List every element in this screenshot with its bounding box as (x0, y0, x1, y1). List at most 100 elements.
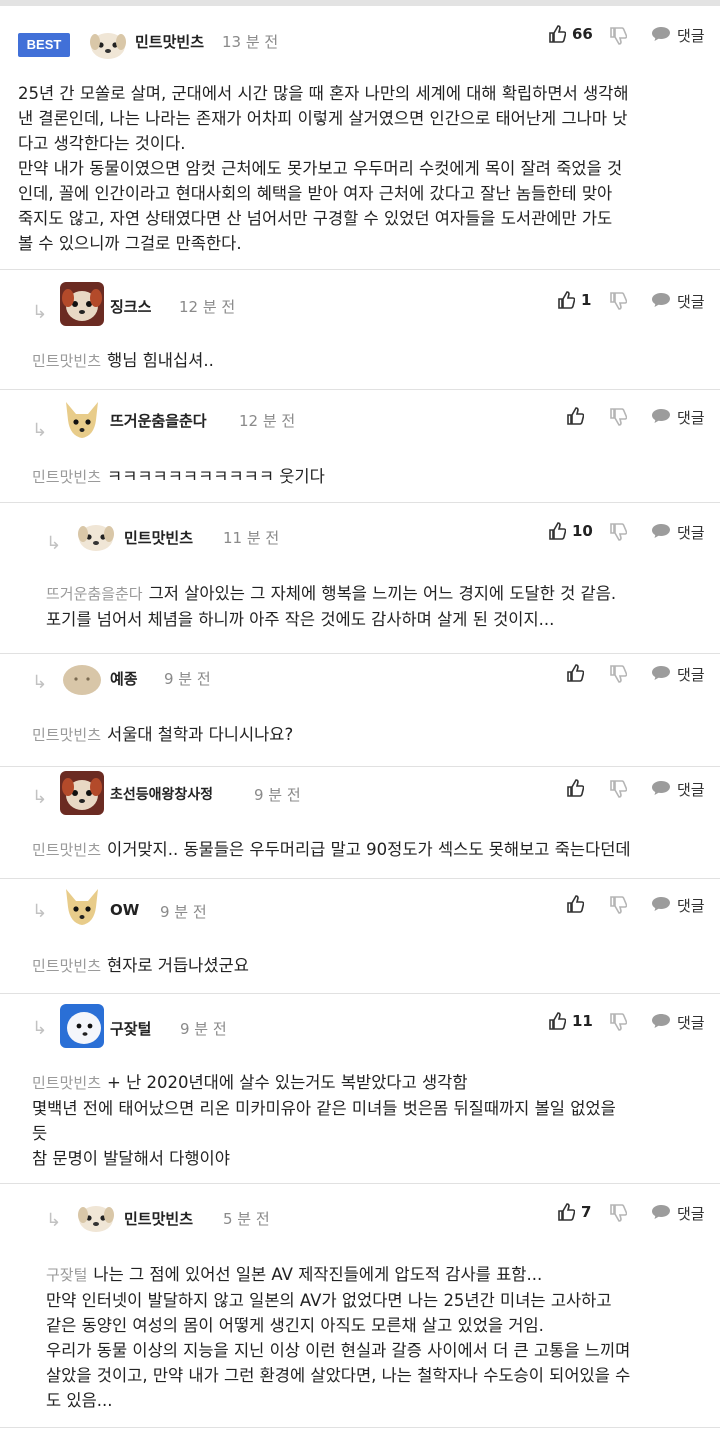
author-nickname[interactable]: 초선등애왕창사정 (110, 784, 213, 804)
avatar[interactable] (60, 1004, 104, 1048)
speech-bubble-icon (652, 1014, 670, 1028)
speech-bubble-icon (652, 666, 670, 680)
thumbs-down-icon[interactable] (609, 664, 627, 684)
reply-comment: ↳ 초선등애왕창사정 9 분 전 댓글 민트맛빈츠 이거맞지.. 동물들은 우두머… (0, 767, 720, 879)
mention-tag[interactable]: 민트맛빈츠 (32, 1074, 101, 1092)
thumbs-down-icon[interactable] (609, 26, 627, 46)
comment-time: 11 분 전 (223, 529, 280, 547)
best-badge: BEST (18, 33, 70, 57)
mention-tag[interactable]: 구잦털 (46, 1266, 87, 1284)
comment-line: 죽지도 않고, 자연 상태였다면 산 넘어서만 구경할 수 있었던 여자들을 도… (18, 209, 613, 228)
speech-bubble-icon (652, 781, 670, 795)
comment-time: 9 분 전 (180, 1020, 227, 1038)
like-count: 7 (581, 1203, 592, 1221)
thumbs-down-icon[interactable] (609, 1203, 627, 1223)
mention-tag[interactable]: 민트맛빈츠 (32, 468, 101, 486)
comment-time: 5 분 전 (223, 1210, 270, 1228)
speech-bubble-icon (652, 293, 670, 307)
avatar[interactable] (60, 658, 104, 702)
mention-tag[interactable]: 민트맛빈츠 (32, 841, 101, 859)
comment-line: 포기를 넘어서 체념을 하니까 아주 작은 것에도 감사하며 살게 된 것이지.… (46, 610, 555, 629)
comment-line: + 난 2020년대에 살수 있는거도 복받았다고 생각함 (107, 1073, 468, 1092)
comment-line: 볼 수 있으니까 그걸로 만족한다. (18, 234, 242, 253)
like-count: 10 (572, 522, 593, 540)
nested-reply-comment: ↳ 민트맛빈츠 11 분 전 10 댓글 뜨거운춤을춘다 그저 살아있는 그 자체… (0, 503, 720, 654)
reply-comment: ↳ 징크스 12 분 전 1 댓글 민트맛빈츠 행님 힘내십셔.. (0, 270, 720, 390)
author-nickname[interactable]: 예종 (110, 668, 138, 689)
comment-line: 행님 힘내십셔.. (107, 351, 214, 370)
reply-arrow-icon: ↳ (46, 533, 62, 554)
mention-tag[interactable]: 민트맛빈츠 (32, 957, 101, 975)
comment-line: 서울대 철학과 다니시나요? (107, 725, 294, 744)
comment-line: 나는 그 점에 있어선 일본 AV 제작진들에게 압도적 감사를 표함... (93, 1265, 543, 1284)
comment-line: 참 문명이 발달해서 다행이야 (32, 1149, 230, 1168)
avatar[interactable] (60, 885, 104, 929)
thumbs-up-icon (549, 25, 566, 43)
speech-bubble-icon (652, 1205, 670, 1219)
mention-tag[interactable]: 뜨거운춤을춘다 (46, 585, 143, 603)
reply-label: 댓글 (677, 781, 705, 799)
comment-body: 민트맛빈츠 현자로 거듭나셨군요 (32, 953, 702, 979)
thumbs-down-icon[interactable] (609, 1012, 627, 1032)
reply-comment: ↳ 구잦털 9 분 전 11 댓글 민트맛빈츠 + 난 2020년대에 살수 있는… (0, 994, 720, 1184)
comment-body: 민트맛빈츠 ㅋㅋㅋㅋㅋㅋㅋㅋㅋㅋㅋ 웃기다 (32, 464, 702, 490)
speech-bubble-icon (652, 897, 670, 911)
speech-bubble-icon (652, 409, 670, 423)
reply-comment: ↳ OW 9 분 전 댓글 민트맛빈츠 현자로 거듭나셨군요 (0, 879, 720, 994)
comment-line: 우리가 동물 이상의 지능을 지닌 이상 이런 현실과 갈증 사이에서 더 큰 … (46, 1341, 631, 1360)
comment-line: 이거맞지.. 동물들은 우두머리급 말고 90정도가 섹스도 못해보고 죽는다던… (107, 840, 631, 859)
thumbs-down-icon[interactable] (609, 291, 627, 311)
best-comment: BEST 민트맛빈츠 13 분 전 66 댓글 25년 간 모쏠로 살며, 군대… (0, 6, 720, 270)
reply-comment: ↳ 예종 9 분 전 댓글 민트맛빈츠 서울대 철학과 다니시나요? (0, 654, 720, 767)
thumbs-up-icon (567, 407, 584, 425)
author-nickname[interactable]: 구잦털 (110, 1018, 151, 1039)
speech-bubble-icon (652, 524, 670, 538)
author-nickname[interactable]: 민트맛빈츠 (124, 527, 193, 548)
reply-label: 댓글 (677, 1205, 705, 1223)
comment-time: 9 분 전 (160, 903, 207, 921)
author-nickname[interactable]: 민트맛빈츠 (124, 1208, 193, 1229)
comment-time: 12 분 전 (179, 298, 236, 316)
comment-line: 그저 살아있는 그 자체에 행복을 느끼는 어느 경지에 도달한 것 같음. (148, 584, 617, 603)
avatar[interactable] (60, 282, 104, 326)
avatar[interactable] (86, 23, 130, 67)
comment-time: 9 분 전 (164, 670, 211, 688)
avatar[interactable] (60, 771, 104, 815)
comment-time: 12 분 전 (239, 412, 296, 430)
thumbs-down-icon[interactable] (609, 407, 627, 427)
reply-arrow-icon: ↳ (32, 1018, 48, 1039)
thumbs-down-icon[interactable] (609, 522, 627, 542)
avatar[interactable] (74, 515, 118, 559)
speech-bubble-icon (652, 27, 670, 41)
author-nickname[interactable]: OW (110, 901, 139, 919)
reply-label: 댓글 (677, 409, 705, 427)
author-nickname[interactable]: 징크스 (110, 296, 151, 317)
comment-body: 민트맛빈츠 서울대 철학과 다니시나요? (32, 722, 702, 748)
comment-body: 25년 간 모쏠로 살며, 군대에서 시간 많을 때 혼자 나만의 세계에 대해… (18, 81, 708, 256)
mention-tag[interactable]: 민트맛빈츠 (32, 352, 101, 370)
author-nickname[interactable]: 뜨거운춤을춘다 (110, 410, 207, 431)
comment-line: 인데, 꼴에 인간이라고 현대사회의 혜택을 받아 여자 근처에 갔다고 잘난 … (18, 184, 613, 203)
avatar[interactable] (74, 1196, 118, 1240)
reply-comment: ↳ 뜨거운춤을춘다 12 분 전 댓글 민트맛빈츠 ㅋㅋㅋㅋㅋㅋㅋㅋㅋㅋㅋ 웃기다 (0, 390, 720, 503)
comment-line: 만약 내가 동물이였으면 암컷 근처에도 못가보고 우두머리 수컷에게 목이 잘… (18, 159, 623, 178)
comment-line: 25년 간 모쏠로 살며, 군대에서 시간 많을 때 혼자 나만의 세계에 대해… (18, 84, 629, 103)
mention-tag[interactable]: 민트맛빈츠 (32, 726, 101, 744)
reply-arrow-icon: ↳ (32, 787, 48, 808)
comment-line: 듯 (32, 1124, 48, 1143)
comment-line: 다고 생각한다는 것이다. (18, 134, 186, 153)
reply-arrow-icon: ↳ (32, 901, 48, 922)
avatar[interactable] (60, 398, 104, 442)
thumbs-down-icon[interactable] (609, 895, 627, 915)
author-nickname[interactable]: 민트맛빈츠 (135, 31, 204, 52)
like-count: 1 (581, 291, 592, 309)
comment-body: 민트맛빈츠 행님 힘내십셔.. (32, 348, 702, 374)
thumbs-down-icon[interactable] (609, 779, 627, 799)
like-count: 11 (572, 1012, 593, 1030)
reply-arrow-icon: ↳ (32, 302, 48, 323)
comment-body: 뜨거운춤을춘다 그저 살아있는 그 자체에 행복을 느끼는 어느 경지에 도달한 … (46, 581, 706, 632)
comment-line: 몇백년 전에 태어났으면 리온 미카미유아 같은 미녀들 벗은몸 뒤질때까지 볼… (32, 1099, 616, 1118)
thumbs-up-icon (567, 779, 584, 797)
like-count: 66 (572, 25, 593, 43)
reply-label: 댓글 (677, 1014, 705, 1032)
